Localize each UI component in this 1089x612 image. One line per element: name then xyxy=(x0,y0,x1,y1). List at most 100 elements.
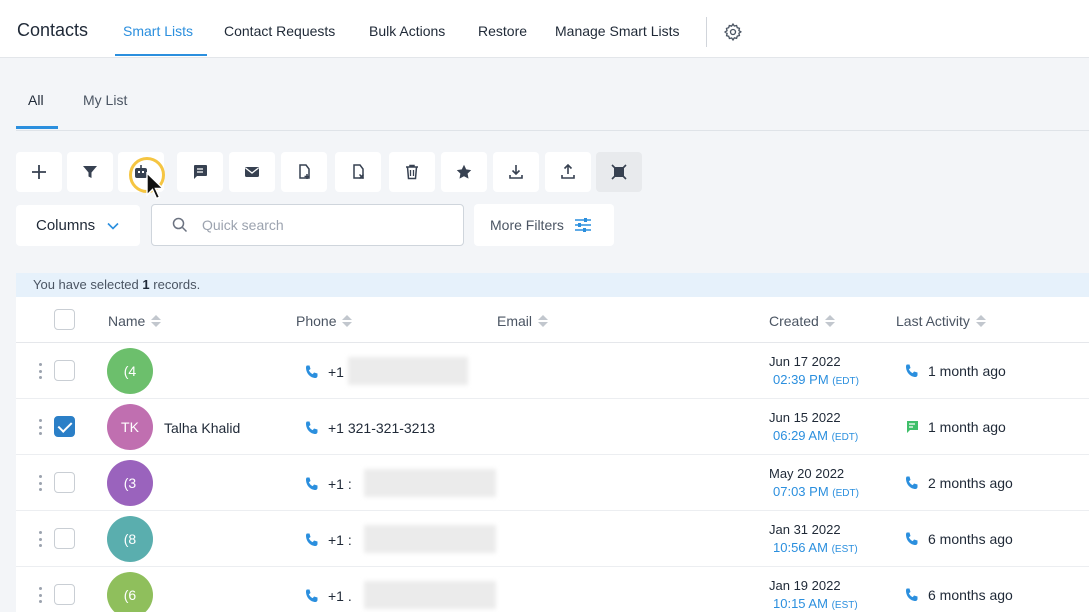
row-checkbox[interactable] xyxy=(54,416,75,437)
columns-dropdown[interactable]: Columns xyxy=(16,205,140,246)
last-activity-text: 6 months ago xyxy=(928,587,1013,603)
table-header: Name Phone Email Created Last Activity xyxy=(16,297,1089,343)
row-menu-icon[interactable] xyxy=(39,419,43,435)
phone-cell[interactable]: +1 321-321-3213 xyxy=(304,420,435,436)
tab-my-list[interactable]: My List xyxy=(83,92,127,108)
message-icon xyxy=(194,165,207,179)
plus-icon xyxy=(32,165,46,179)
column-header-name[interactable]: Name xyxy=(108,313,162,329)
created-time: 02:39 PM (EDT) xyxy=(773,372,859,387)
selection-suffix: records. xyxy=(153,277,201,292)
row-menu-icon[interactable] xyxy=(39,587,43,603)
tab-smart-lists[interactable]: Smart Lists xyxy=(123,23,193,39)
selection-count: 1 xyxy=(142,277,150,292)
created-date: Jun 15 2022 xyxy=(769,410,841,425)
phone-icon xyxy=(306,477,318,490)
trash-icon xyxy=(406,164,418,180)
phone-icon xyxy=(906,364,918,377)
tab-bulk-actions[interactable]: Bulk Actions xyxy=(369,23,445,39)
created-date: May 20 2022 xyxy=(769,466,845,481)
row-menu-icon[interactable] xyxy=(39,363,43,379)
phone-icon xyxy=(306,365,318,378)
tab-restore[interactable]: Restore xyxy=(478,23,527,39)
page-title: Contacts xyxy=(17,20,89,40)
column-header-phone[interactable]: Phone xyxy=(296,313,353,329)
avatar[interactable]: (4 xyxy=(107,348,153,394)
favorite-button[interactable] xyxy=(441,152,487,192)
row-checkbox[interactable] xyxy=(54,360,75,381)
quick-search-input[interactable] xyxy=(202,217,442,233)
sliders-icon xyxy=(574,218,591,232)
row-checkbox[interactable] xyxy=(54,584,75,605)
row-menu-icon[interactable] xyxy=(39,475,43,491)
phone-cell[interactable]: +1 : xyxy=(304,532,352,548)
filter-button[interactable] xyxy=(67,152,113,192)
last-activity: 1 month ago xyxy=(904,363,1006,379)
redacted-phone xyxy=(364,525,496,553)
add-contact-button[interactable] xyxy=(16,152,62,192)
avatar[interactable]: TK xyxy=(107,404,153,450)
column-header-label: Name xyxy=(108,313,146,329)
row-menu-icon[interactable] xyxy=(39,531,43,547)
redacted-phone xyxy=(364,581,496,609)
avatar[interactable]: (8 xyxy=(107,516,153,562)
table-row[interactable]: (4 +1 Jun 17 2022 02:39 PM (EDT) 1 month… xyxy=(16,343,1089,399)
sort-icon xyxy=(824,315,835,327)
columns-label: Columns xyxy=(36,217,96,234)
phone-cell[interactable]: +1 : xyxy=(304,476,352,492)
search-icon xyxy=(172,217,188,233)
table-row[interactable]: (6 +1 . Jan 19 2022 10:15 AM (EST) 6 mon… xyxy=(16,567,1089,612)
contacts-table: Name Phone Email Created Last Activity (… xyxy=(16,297,1089,612)
phone-icon xyxy=(306,421,318,434)
delete-button[interactable] xyxy=(389,152,435,192)
phone-cell[interactable]: +1 xyxy=(304,364,344,380)
merge-button[interactable] xyxy=(596,152,642,192)
tab-manage-smart-lists[interactable]: Manage Smart Lists xyxy=(555,23,680,39)
add-tag-button[interactable] xyxy=(281,152,327,192)
tab-contact-requests[interactable]: Contact Requests xyxy=(224,23,335,39)
phone-icon xyxy=(906,588,918,601)
select-all-checkbox[interactable] xyxy=(54,309,75,330)
phone-number: +1 xyxy=(328,364,344,380)
mouse-cursor-icon xyxy=(146,172,165,200)
phone-icon xyxy=(306,533,318,546)
column-header-last-activity[interactable]: Last Activity xyxy=(896,313,986,329)
created-date: Jan 31 2022 xyxy=(769,522,841,537)
tab-all[interactable]: All xyxy=(28,92,44,108)
tag-remove-icon xyxy=(353,164,365,180)
row-checkbox[interactable] xyxy=(54,472,75,493)
last-activity-text: 6 months ago xyxy=(928,531,1013,547)
send-sms-button[interactable] xyxy=(177,152,223,192)
last-activity: 6 months ago xyxy=(904,531,1013,547)
sort-icon xyxy=(975,315,986,327)
send-email-button[interactable] xyxy=(229,152,275,192)
column-header-email[interactable]: Email xyxy=(497,313,549,329)
upload-icon xyxy=(561,163,575,179)
avatar[interactable]: (6 xyxy=(107,572,153,612)
more-filters-label: More Filters xyxy=(490,217,564,233)
filter-icon xyxy=(83,166,97,178)
phone-icon xyxy=(306,589,318,602)
created-date: Jan 19 2022 xyxy=(769,578,841,593)
import-button[interactable] xyxy=(545,152,591,192)
subtab-divider xyxy=(16,130,1089,131)
export-button[interactable] xyxy=(493,152,539,192)
star-icon xyxy=(456,164,472,179)
gear-icon[interactable] xyxy=(723,22,743,42)
contact-name[interactable]: Talha Khalid xyxy=(164,420,240,436)
last-activity: 6 months ago xyxy=(904,587,1013,603)
table-row[interactable]: (8 +1 : Jan 31 2022 10:56 AM (EST) 6 mon… xyxy=(16,511,1089,567)
row-checkbox[interactable] xyxy=(54,528,75,549)
column-header-label: Email xyxy=(497,313,533,329)
table-row[interactable]: (3 +1 : May 20 2022 07:03 PM (EDT) 2 mon… xyxy=(16,455,1089,511)
remove-tag-button[interactable] xyxy=(335,152,381,192)
more-filters-button[interactable]: More Filters xyxy=(474,204,614,246)
table-row[interactable]: TK Talha Khalid +1 321-321-3213 Jun 15 2… xyxy=(16,399,1089,455)
download-icon xyxy=(509,165,523,179)
avatar[interactable]: (3 xyxy=(107,460,153,506)
phone-cell[interactable]: +1 . xyxy=(304,588,352,604)
column-header-created[interactable]: Created xyxy=(769,313,835,329)
phone-number: +1 . xyxy=(328,588,352,604)
sort-icon xyxy=(151,315,162,327)
selection-prefix: You have selected xyxy=(33,277,139,292)
